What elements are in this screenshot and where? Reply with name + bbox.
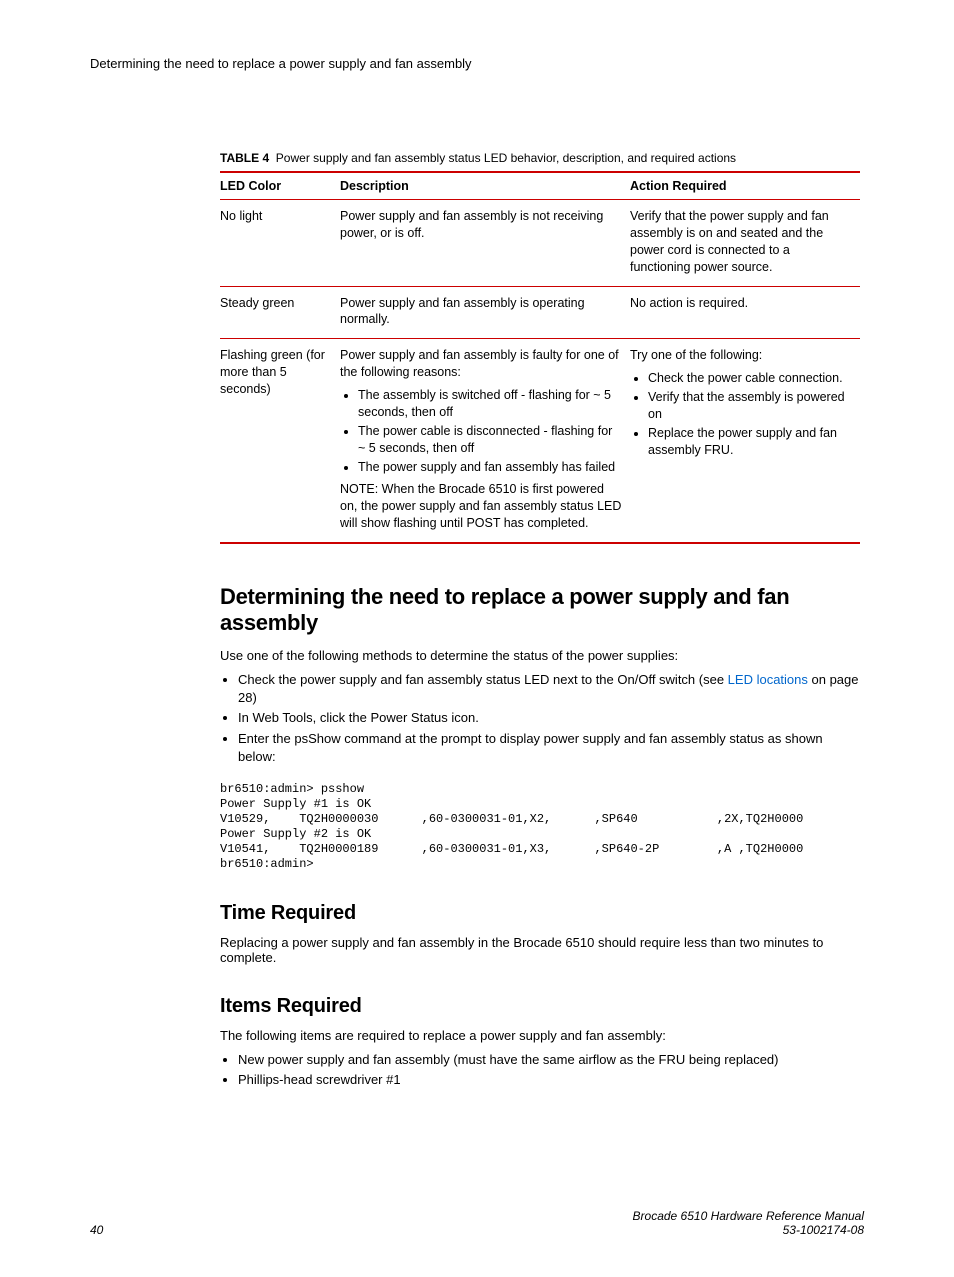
led-color-cell: No light — [220, 200, 340, 287]
list-item: Check the power supply and fan assembly … — [238, 671, 860, 707]
table-caption-text: Power supply and fan assembly status LED… — [276, 151, 736, 165]
page-number: 40 — [90, 1223, 103, 1237]
description-cell: Power supply and fan assembly is faulty … — [340, 339, 630, 543]
action-cell: No action is required. — [630, 286, 860, 339]
section2-body: Replacing a power supply and fan assembl… — [220, 935, 860, 965]
table-row: Steady green Power supply and fan assemb… — [220, 286, 860, 339]
running-header: Determining the need to replace a power … — [90, 56, 864, 71]
list-item: Enter the psShow command at the prompt t… — [238, 730, 860, 766]
action-intro: Try one of the following: — [630, 347, 852, 364]
section1-intro: Use one of the following methods to dete… — [220, 648, 860, 663]
table-header: Description — [340, 172, 630, 200]
desc-intro: Power supply and fan assembly is faulty … — [340, 347, 622, 381]
desc-note: NOTE: When the Brocade 6510 is first pow… — [340, 481, 622, 532]
table-row: No light Power supply and fan assembly i… — [220, 200, 860, 287]
code-block-psshow: br6510:admin> psshow Power Supply #1 is … — [220, 782, 860, 872]
section-heading-items-required: Items Required — [220, 995, 860, 1018]
list-item: New power supply and fan assembly (must … — [238, 1051, 860, 1069]
action-cell: Try one of the following: Check the powe… — [630, 339, 860, 543]
list-item: Check the power cable connection. — [648, 370, 852, 387]
description-cell: Power supply and fan assembly is not rec… — [340, 200, 630, 287]
led-color-cell: Steady green — [220, 286, 340, 339]
table-row: Flashing green (for more than 5 seconds)… — [220, 339, 860, 543]
list-item: Replace the power supply and fan assembl… — [648, 425, 852, 459]
section3-intro: The following items are required to repl… — [220, 1028, 860, 1043]
list-item: In Web Tools, click the Power Status ico… — [238, 709, 860, 727]
action-cell: Verify that the power supply and fan ass… — [630, 200, 860, 287]
footer-docnum: 53-1002174-08 — [633, 1223, 864, 1237]
text: Check the power supply and fan assembly … — [238, 672, 728, 687]
table-header: LED Color — [220, 172, 340, 200]
list-item: Phillips-head screwdriver #1 — [238, 1071, 860, 1089]
led-color-cell: Flashing green (for more than 5 seconds) — [220, 339, 340, 543]
footer-title: Brocade 6510 Hardware Reference Manual — [633, 1209, 864, 1223]
section-heading-determining: Determining the need to replace a power … — [220, 584, 860, 636]
section-heading-time-required: Time Required — [220, 902, 860, 925]
list-item: The power supply and fan assembly has fa… — [358, 459, 622, 476]
list-item: The assembly is switched off - flashing … — [358, 387, 622, 421]
list-item: The power cable is disconnected - flashi… — [358, 423, 622, 457]
description-cell: Power supply and fan assembly is operati… — [340, 286, 630, 339]
table-caption-label: TABLE 4 — [220, 151, 269, 165]
table-header: Action Required — [630, 172, 860, 200]
led-status-table: LED Color Description Action Required No… — [220, 171, 860, 544]
table-caption: TABLE 4 Power supply and fan assembly st… — [220, 151, 860, 165]
link-led-locations[interactable]: LED locations — [728, 672, 808, 687]
list-item: Verify that the assembly is powered on — [648, 389, 852, 423]
page-footer: 40 Brocade 6510 Hardware Reference Manua… — [90, 1209, 864, 1237]
